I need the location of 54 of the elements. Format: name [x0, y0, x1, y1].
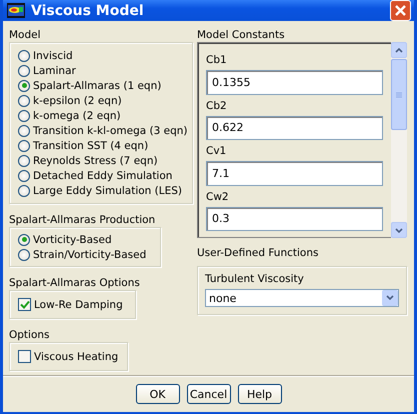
radio-button[interactable]: [18, 140, 30, 152]
radio-label[interactable]: Inviscid: [33, 50, 73, 62]
radio-label[interactable]: Vorticity-Based: [33, 234, 112, 246]
radio-button[interactable]: [18, 248, 30, 260]
radio-label[interactable]: Laminar: [33, 64, 76, 76]
radio-label[interactable]: Strain/Vorticity-Based: [33, 248, 146, 260]
radio-button[interactable]: [18, 184, 30, 196]
radio-button[interactable]: [18, 50, 30, 62]
radio-label[interactable]: k-epsilon (2 eqn): [33, 94, 122, 106]
group-label: Model Constants: [197, 28, 286, 42]
radio-button[interactable]: [18, 234, 30, 246]
input-field[interactable]: 0.622: [206, 116, 383, 140]
radio-button[interactable]: [18, 154, 30, 166]
checkbox[interactable]: [18, 350, 31, 363]
radio-label[interactable]: Spalart-Allmaras (1 eqn): [33, 80, 162, 92]
radio-button[interactable]: [18, 124, 30, 136]
scrollbar[interactable]: [391, 42, 407, 238]
close-icon[interactable]: [390, 0, 411, 21]
input-field[interactable]: 7.1: [206, 161, 383, 186]
dialog-button[interactable]: Cancel: [186, 384, 230, 404]
radio-label[interactable]: k-omega (2 eqn): [33, 110, 121, 122]
radio-label[interactable]: Transition SST (4 eqn): [33, 140, 148, 152]
dropdown[interactable]: none: [205, 289, 399, 307]
radio-label[interactable]: Large Eddy Simulation (LES): [33, 184, 182, 196]
group-label: Options: [9, 328, 51, 342]
input-field[interactable]: 0.1355: [206, 70, 383, 94]
checkbox-label[interactable]: Low-Re Damping: [34, 298, 123, 310]
field-label: Cv1: [206, 144, 228, 158]
dialog-button[interactable]: Help: [238, 384, 282, 404]
group-label: Spalart-Allmaras Production: [9, 213, 156, 227]
dialog-button[interactable]: OK: [136, 384, 180, 404]
app-icon: [7, 3, 25, 18]
scroll-up-icon[interactable]: [391, 42, 407, 58]
group-label: Model: [9, 28, 42, 42]
checkbox-label[interactable]: Viscous Heating: [34, 350, 118, 362]
radio-button[interactable]: [18, 80, 30, 92]
window-title: Viscous Model: [31, 2, 145, 18]
group-label: User-Defined Functions: [197, 246, 320, 260]
scroll-thumb[interactable]: [391, 59, 407, 130]
checkbox[interactable]: [18, 298, 31, 311]
radio-button[interactable]: [18, 110, 30, 122]
radio-button[interactable]: [18, 64, 30, 76]
radio-label[interactable]: Detached Eddy Simulation: [33, 170, 172, 182]
radio-button[interactable]: [18, 170, 30, 182]
radio-label[interactable]: Transition k-kl-omega (3 eqn): [33, 124, 188, 136]
field-label: Turbulent Viscosity: [205, 272, 305, 286]
field-label: Cb2: [206, 98, 228, 112]
radio-button[interactable]: [18, 94, 30, 106]
field-label: Cw2: [206, 190, 230, 204]
group-label: Spalart-Allmaras Options: [9, 276, 141, 290]
input-field[interactable]: 0.3: [206, 206, 383, 231]
radio-label[interactable]: Reynolds Stress (7 eqn): [33, 154, 158, 166]
field-label: Cb1: [206, 53, 228, 67]
scroll-down-icon[interactable]: [391, 222, 407, 238]
